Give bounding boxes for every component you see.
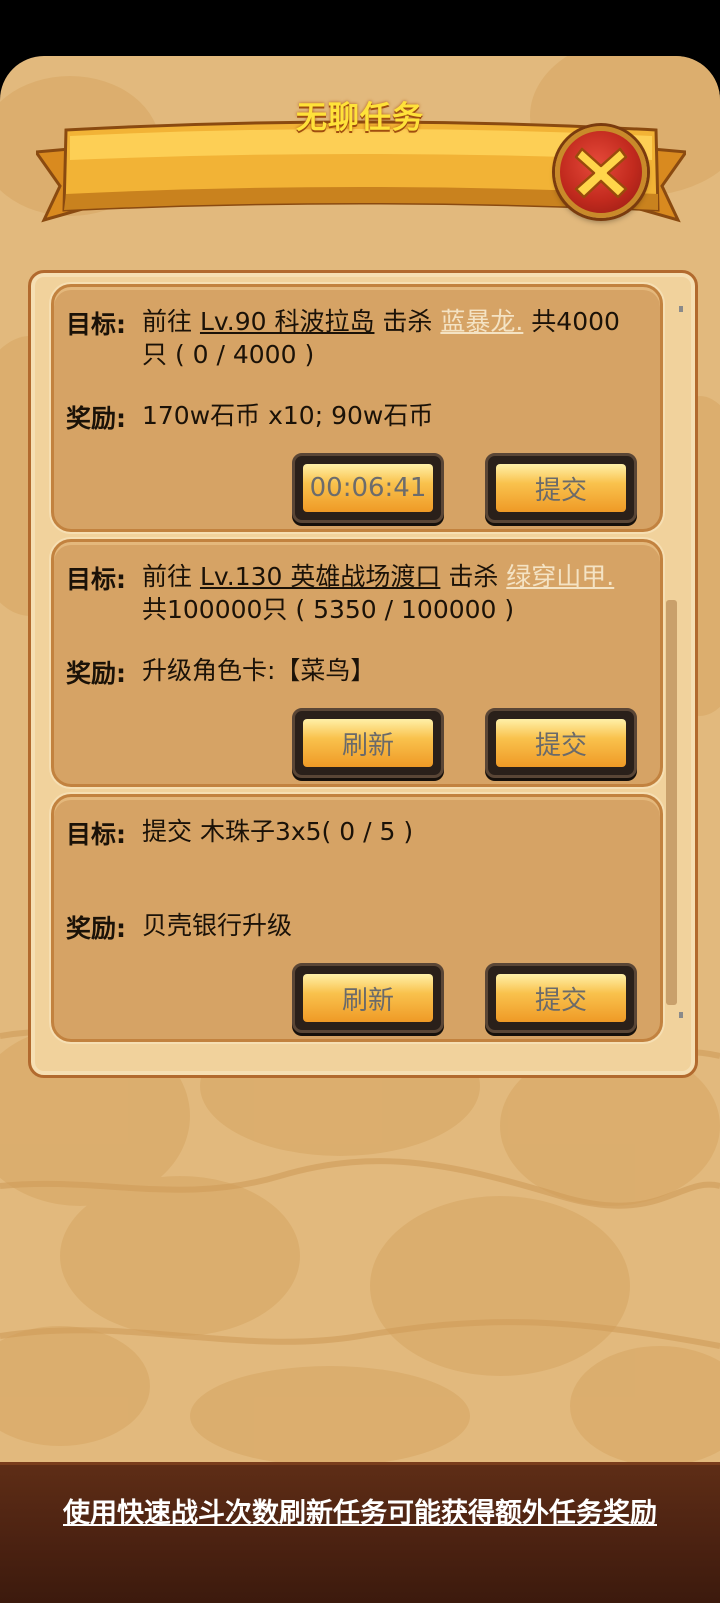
task-card: 目标: 前往 Lv.130 英雄战场渡口 击杀 绿穿山甲. 共100000只 (… [51, 539, 663, 787]
location-link[interactable]: Lv.90 科波拉岛 [200, 307, 375, 336]
refresh-label: 刷新 [303, 974, 433, 1022]
submit-button[interactable]: 提交 [485, 963, 637, 1033]
submit-label: 提交 [496, 974, 626, 1022]
refresh-button[interactable]: 刷新 [292, 708, 444, 778]
reward-text: 170w石币 x10; 90w石币 [142, 401, 434, 430]
task-card: 目标: 前往 Lv.90 科波拉岛 击杀 蓝暴龙. 共4000 只 ( 0 / … [51, 284, 663, 532]
goal-text: 提交 木珠子3x5( 0 / 5 ) [142, 817, 414, 846]
target-link[interactable]: 蓝暴龙. [440, 307, 523, 336]
goal-progress: 共100000只 ( 5350 / 100000 ) [142, 595, 515, 624]
goal-count: 共4000 [531, 307, 620, 336]
reward-text: 贝壳银行升级 [142, 911, 293, 940]
reward-label: 奖励: [66, 404, 126, 433]
goal-prefix: 前往 [142, 562, 193, 591]
footer-hint-link[interactable]: 使用快速战斗次数刷新任务可能获得额外任务奖励 [0, 1491, 720, 1530]
close-x-icon [574, 147, 628, 199]
reward-label: 奖励: [66, 659, 126, 688]
goal-label: 目标: [66, 310, 126, 339]
reward-label: 奖励: [66, 914, 126, 943]
timer-label: 00:06:41 [303, 464, 433, 512]
refresh-label: 刷新 [303, 719, 433, 767]
reward-text: 升级角色卡:【菜鸟】 [142, 656, 376, 685]
target-link[interactable]: 绿穿山甲. [506, 562, 614, 591]
submit-label: 提交 [496, 719, 626, 767]
scrollbar-bottom-cap [679, 1012, 683, 1018]
scrollbar-top-cap [679, 306, 683, 312]
refresh-button[interactable]: 刷新 [292, 963, 444, 1033]
goal-text: 前往 Lv.130 英雄战场渡口 击杀 绿穿山甲. 共100000只 ( 535… [142, 560, 652, 626]
goal-text: 前往 Lv.90 科波拉岛 击杀 蓝暴龙. 共4000 只 ( 0 / 4000… [142, 305, 652, 371]
close-button[interactable] [555, 126, 647, 218]
location-link[interactable]: Lv.130 英雄战场渡口 [200, 562, 440, 591]
kill-word: 击杀 [382, 307, 433, 336]
submit-button[interactable]: 提交 [485, 708, 637, 778]
task-card: 目标: 提交 木珠子3x5( 0 / 5 ) 奖励: 贝壳银行升级 刷新 提交 [51, 794, 663, 1042]
kill-word: 击杀 [448, 562, 499, 591]
goal-progress: 只 ( 0 / 4000 ) [142, 340, 315, 369]
goal-prefix: 前往 [142, 307, 193, 336]
goal-label: 目标: [66, 820, 126, 849]
footer-bar: 使用快速战斗次数刷新任务可能获得额外任务奖励 [0, 1462, 720, 1603]
submit-label: 提交 [496, 464, 626, 512]
scrollbar-thumb[interactable] [666, 600, 677, 1005]
submit-button[interactable]: 提交 [485, 453, 637, 523]
countdown-timer-button[interactable]: 00:06:41 [292, 453, 444, 523]
goal-label: 目标: [66, 565, 126, 594]
